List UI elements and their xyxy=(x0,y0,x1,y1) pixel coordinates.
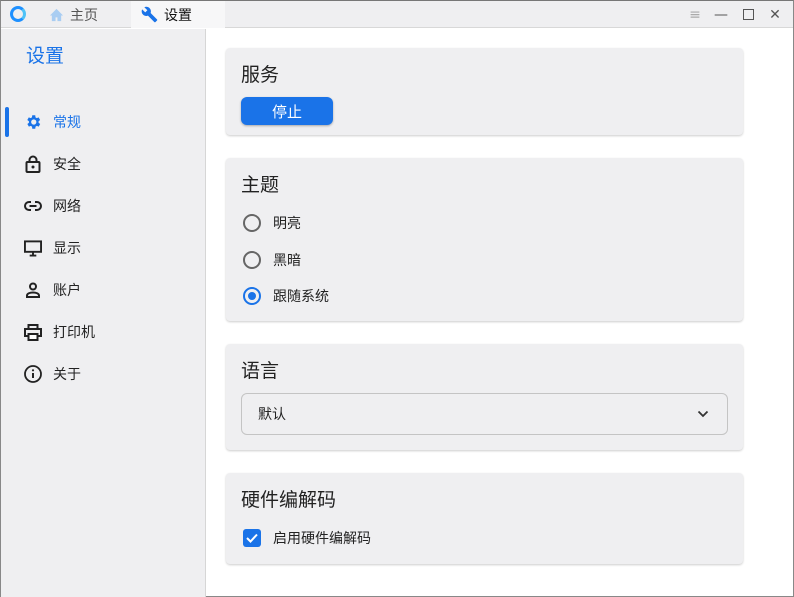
checkbox-checked[interactable] xyxy=(243,529,261,547)
service-title: 服务 xyxy=(241,64,280,86)
hwcodec-title: 硬件编解码 xyxy=(241,489,337,511)
close-button[interactable]: ✕ xyxy=(762,1,788,28)
chevron-down-icon xyxy=(697,410,709,418)
radio-label: 黑暗 xyxy=(273,253,301,269)
theme-card: 主题 明亮 黑暗 跟随系统 xyxy=(226,158,743,321)
menu-icon[interactable]: ≡ xyxy=(682,1,708,28)
info-icon xyxy=(24,365,42,383)
tab-home[interactable]: 主页 xyxy=(31,1,131,28)
service-card: 服务 停止 xyxy=(226,48,743,135)
sidebar: 设置 常规 安全 网络 显示 账户 打印机 关于 xyxy=(1,29,206,597)
stop-button[interactable]: 停止 xyxy=(241,97,333,125)
hwcodec-card: 硬件编解码 启用硬件编解码 xyxy=(226,473,743,564)
wrench-icon xyxy=(141,6,158,23)
theme-option-light[interactable]: 明亮 xyxy=(243,213,301,233)
radio-button-selected[interactable] xyxy=(243,287,261,305)
tab-settings[interactable]: 设置 xyxy=(131,1,225,28)
monitor-icon xyxy=(24,239,42,257)
radio-button[interactable] xyxy=(243,214,261,232)
link-icon xyxy=(24,201,42,211)
radio-button[interactable] xyxy=(243,251,261,269)
language-select[interactable]: 默认 xyxy=(241,393,728,435)
minimize-button[interactable]: — xyxy=(708,1,734,28)
lock-icon xyxy=(24,155,42,173)
gear-icon xyxy=(24,113,42,131)
sidebar-item-general[interactable]: 常规 xyxy=(1,105,205,139)
maximize-button[interactable] xyxy=(735,1,761,28)
sidebar-item-label: 常规 xyxy=(53,115,81,131)
person-icon xyxy=(24,282,42,298)
checkbox-label: 启用硬件编解码 xyxy=(273,531,371,547)
sidebar-item-network[interactable]: 网络 xyxy=(1,189,205,223)
language-card: 语言 默认 xyxy=(226,344,743,450)
hwcodec-checkbox-row[interactable]: 启用硬件编解码 xyxy=(243,528,371,548)
tab-label: 主页 xyxy=(70,7,98,24)
tab-label: 设置 xyxy=(164,7,192,24)
sidebar-item-label: 打印机 xyxy=(53,325,95,341)
radio-label: 明亮 xyxy=(273,216,301,232)
sidebar-item-label: 关于 xyxy=(53,367,81,383)
printer-icon xyxy=(24,323,42,341)
sidebar-item-label: 账户 xyxy=(53,283,81,299)
home-icon xyxy=(49,8,64,21)
sidebar-item-security[interactable]: 安全 xyxy=(1,147,205,181)
sidebar-item-label: 安全 xyxy=(53,157,81,173)
sidebar-item-label: 显示 xyxy=(53,241,81,257)
language-title: 语言 xyxy=(241,360,280,382)
app-logo-icon xyxy=(10,6,26,22)
language-value: 默认 xyxy=(258,407,286,423)
sidebar-item-display[interactable]: 显示 xyxy=(1,231,205,265)
sidebar-item-printer[interactable]: 打印机 xyxy=(1,315,205,349)
radio-label: 跟随系统 xyxy=(273,289,329,305)
theme-title: 主题 xyxy=(241,174,280,196)
sidebar-item-account[interactable]: 账户 xyxy=(1,273,205,307)
title-bar: 主页 设置 ≡ — ✕ xyxy=(1,1,793,28)
sidebar-item-label: 网络 xyxy=(53,199,81,215)
sidebar-title: 设置 xyxy=(26,45,65,67)
check-icon xyxy=(246,533,258,543)
sidebar-item-about[interactable]: 关于 xyxy=(1,357,205,391)
theme-option-system[interactable]: 跟随系统 xyxy=(243,286,329,306)
theme-option-dark[interactable]: 黑暗 xyxy=(243,250,301,270)
